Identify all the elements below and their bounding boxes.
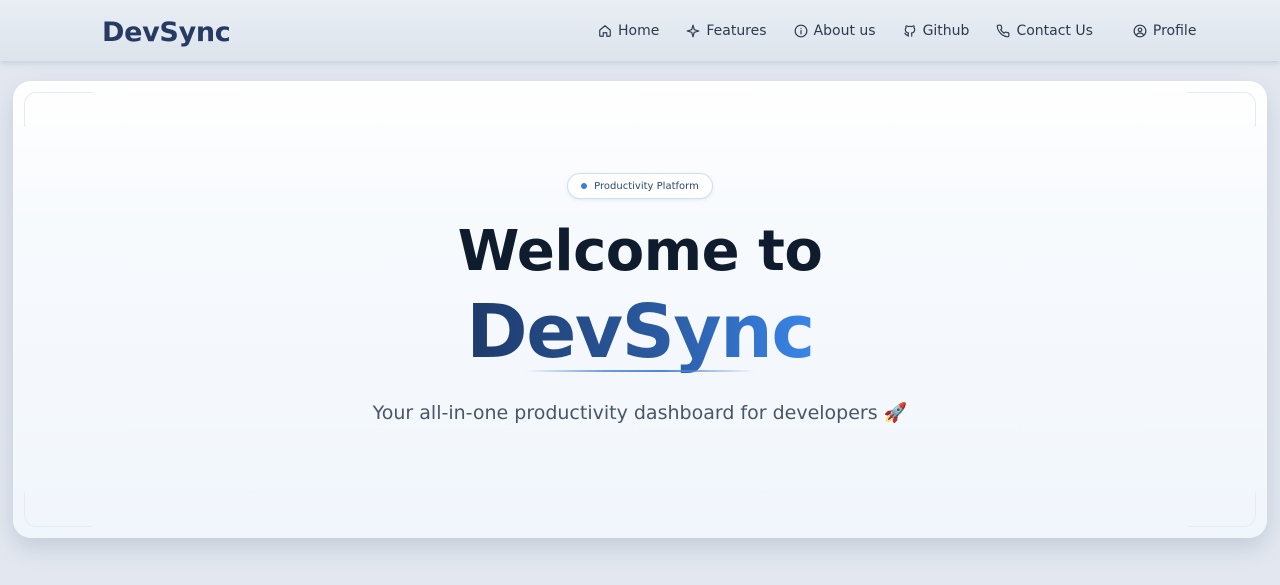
title-underline <box>525 370 755 372</box>
brand-logo[interactable]: DevSync <box>102 14 231 52</box>
hero-brand-text: DevSync <box>466 289 815 375</box>
info-icon <box>794 24 807 38</box>
top-navbar: DevSync Home Features About us Github Co… <box>0 0 1280 61</box>
nav-profile[interactable]: Profile <box>1133 23 1197 39</box>
phone-icon <box>997 24 1010 38</box>
hero-subtitle: Your all-in-one productivity dashboard f… <box>372 402 908 424</box>
nav-contact-label: Contact Us <box>1016 23 1093 39</box>
nav-features-label: Features <box>706 23 767 39</box>
sparkle-icon <box>686 24 700 38</box>
user-circle-icon <box>1133 24 1147 38</box>
corner-decoration <box>24 92 93 127</box>
nav-github[interactable]: Github <box>903 23 970 39</box>
platform-badge: Productivity Platform <box>567 173 713 199</box>
home-icon <box>599 25 611 37</box>
nav-features[interactable]: Features <box>686 23 767 39</box>
badge-dot-icon <box>581 183 588 189</box>
nav-home-label: Home <box>618 23 660 39</box>
nav-profile-label: Profile <box>1152 23 1197 39</box>
nav-github-label: Github <box>922 23 970 39</box>
main-nav: Home Features About us Github Contact Us… <box>598 19 1196 43</box>
nav-about-label: About us <box>813 23 876 39</box>
hero-title: Welcome to <box>457 219 823 284</box>
hero-card: Productivity Platform Welcome to DevSync… <box>13 81 1267 538</box>
corner-decoration <box>1187 92 1256 127</box>
hero-brand-title: DevSync <box>13 289 1267 375</box>
nav-about[interactable]: About us <box>794 23 876 39</box>
corner-decoration <box>1187 492 1256 527</box>
badge-label: Productivity Platform <box>594 180 699 192</box>
nav-home[interactable]: Home <box>598 23 659 39</box>
nav-contact[interactable]: Contact Us <box>996 23 1093 39</box>
corner-decoration <box>24 492 93 527</box>
github-icon <box>903 25 915 37</box>
